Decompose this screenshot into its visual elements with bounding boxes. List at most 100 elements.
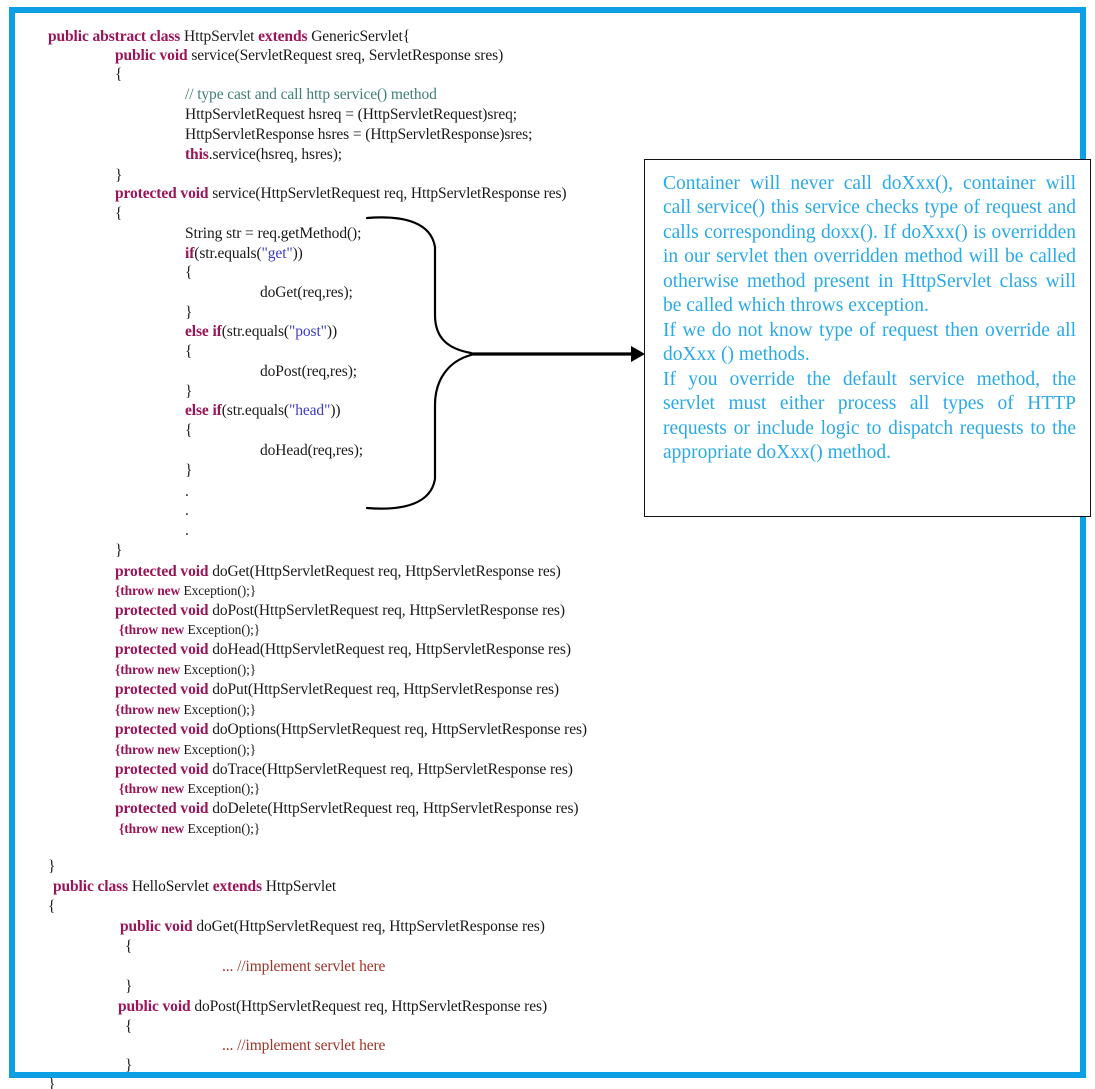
code-token-pl: doGet(req,res); bbox=[260, 284, 353, 301]
code-token-pl: Exception();} bbox=[187, 622, 261, 637]
code-token-pl: { bbox=[115, 205, 123, 222]
code-token-pl: { bbox=[125, 938, 133, 955]
code-token-pl: (str.equals( bbox=[221, 323, 289, 340]
callout-paragraph-3: If you override the default service meth… bbox=[663, 368, 1076, 464]
code-token-kw: {throw new bbox=[115, 583, 184, 598]
code-line: public void doGet(HttpServletRequest req… bbox=[120, 919, 545, 935]
code-token-pl: . bbox=[185, 483, 189, 500]
code-token-pl: doDelete(HttpServletRequest req, HttpSer… bbox=[212, 800, 579, 817]
code-token-pl: HttpServletResponse hsres = (HttpServlet… bbox=[185, 126, 533, 143]
code-line: this.service(hsreq, hsres); bbox=[185, 147, 342, 163]
code-line: } bbox=[185, 305, 192, 321]
code-token-pl: { bbox=[115, 66, 123, 83]
code-line: { bbox=[125, 939, 132, 955]
code-line: } bbox=[115, 543, 122, 559]
code-token-pl: } bbox=[125, 1057, 133, 1074]
code-token-pl: HttpServletRequest hsreq = (HttpServletR… bbox=[185, 106, 517, 123]
code-token-kw: protected void bbox=[115, 800, 213, 817]
code-line: { bbox=[185, 423, 192, 439]
explanation-callout-box: Container will never call doXxx(), conta… bbox=[644, 159, 1091, 517]
code-token-pl: doPost(HttpServletRequest req, HttpServl… bbox=[194, 998, 548, 1015]
code-token-kw: public class bbox=[53, 878, 132, 895]
code-token-cmt2: ... //implement servlet here bbox=[222, 958, 386, 975]
code-line: if(str.equals("get")) bbox=[185, 246, 303, 262]
code-token-pl: HelloServlet bbox=[131, 878, 213, 895]
code-token-pl: doGet(HttpServletRequest req, HttpServle… bbox=[212, 563, 561, 580]
code-token-kw: public void bbox=[115, 47, 192, 64]
code-token-kw: protected void bbox=[115, 185, 213, 202]
code-line: // type cast and call http service() met… bbox=[185, 87, 437, 103]
code-token-pl: doGet(HttpServletRequest req, HttpServle… bbox=[196, 918, 545, 935]
code-token-pl: { bbox=[185, 422, 193, 439]
code-line: { bbox=[185, 344, 192, 360]
code-token-pl: Exception();} bbox=[183, 742, 257, 757]
code-token-cmt2: ... //implement servlet here bbox=[222, 1037, 386, 1054]
code-line: . bbox=[185, 523, 189, 539]
code-line: protected void doHead(HttpServletRequest… bbox=[115, 642, 571, 658]
code-token-kw: else if bbox=[185, 323, 222, 340]
code-line: } bbox=[115, 168, 122, 184]
code-line: HttpServletResponse hsres = (HttpServlet… bbox=[185, 127, 532, 143]
callout-paragraph-1: Container will never call doXxx(), conta… bbox=[663, 173, 1076, 317]
code-token-pl: .service(hsreq, hsres); bbox=[208, 146, 343, 163]
code-line: String str = req.getMethod(); bbox=[185, 226, 361, 242]
code-token-pl: )) bbox=[292, 245, 303, 262]
code-token-pl: doHead(req,res); bbox=[260, 442, 363, 459]
code-line: . bbox=[185, 484, 189, 500]
code-token-pl: { bbox=[48, 898, 56, 915]
code-line: { bbox=[115, 206, 122, 222]
code-token-pl: } bbox=[125, 978, 133, 995]
code-token-pl: } bbox=[185, 383, 193, 400]
code-token-kw: {throw new bbox=[119, 781, 188, 796]
code-token-kw: public abstract class bbox=[48, 28, 185, 45]
code-token-kw: protected void bbox=[115, 563, 213, 580]
code-token-pl: Exception();} bbox=[183, 702, 257, 717]
code-token-pl: } bbox=[48, 1076, 56, 1089]
code-line: {throw new Exception();} bbox=[115, 663, 256, 677]
code-line: {throw new Exception();} bbox=[119, 822, 260, 836]
code-token-pl: . bbox=[185, 502, 189, 519]
code-line: doHead(req,res); bbox=[260, 443, 363, 459]
code-token-kw: if bbox=[185, 245, 195, 262]
code-token-pl: doPost(req,res); bbox=[260, 363, 357, 380]
code-line: protected void service(HttpServletReques… bbox=[115, 185, 567, 202]
code-token-kw: protected void bbox=[115, 721, 213, 738]
diagram-page: public abstract class HttpServlet extend… bbox=[0, 0, 1095, 1089]
code-token-kw: protected void bbox=[115, 602, 213, 619]
code-line: } bbox=[125, 979, 132, 995]
code-line: } bbox=[48, 859, 55, 875]
code-line: { bbox=[48, 899, 55, 915]
code-token-pl: (str.equals( bbox=[221, 402, 289, 419]
code-token-pl: HttpServlet bbox=[184, 28, 259, 45]
code-token-pl: } bbox=[115, 542, 123, 559]
code-token-kw: protected void bbox=[115, 761, 213, 778]
code-token-pl: } bbox=[185, 462, 193, 479]
code-line: public class HelloServlet extends HttpSe… bbox=[53, 879, 336, 895]
code-token-pl: { bbox=[125, 1018, 133, 1035]
code-line: protected void doOptions(HttpServletRequ… bbox=[115, 722, 587, 738]
callout-paragraph-2: If we do not know type of request then o… bbox=[663, 319, 1076, 366]
code-token-kw: {throw new bbox=[119, 622, 188, 637]
blue-frame-border: public abstract class HttpServlet extend… bbox=[9, 7, 1091, 1089]
code-line: {throw new Exception();} bbox=[115, 743, 256, 757]
code-token-kw: this bbox=[185, 146, 209, 163]
code-line: { bbox=[125, 1019, 132, 1035]
code-line: {throw new Exception();} bbox=[115, 703, 256, 717]
code-line: {throw new Exception();} bbox=[119, 782, 260, 796]
code-token-pl: . bbox=[185, 522, 189, 539]
code-token-pl: } bbox=[48, 858, 56, 875]
code-line: public void doPost(HttpServletRequest re… bbox=[118, 999, 547, 1015]
code-token-kw: {throw new bbox=[115, 742, 184, 757]
code-token-pl: (str.equals( bbox=[194, 245, 262, 262]
code-token-pl: Exception();} bbox=[187, 821, 261, 836]
code-line: HttpServletRequest hsreq = (HttpServletR… bbox=[185, 107, 517, 123]
code-token-pl: doTrace(HttpServletRequest req, HttpServ… bbox=[212, 761, 573, 778]
code-line: { bbox=[115, 67, 122, 83]
code-token-cmt: // type cast and call http service() met… bbox=[185, 86, 437, 103]
code-line: } bbox=[185, 463, 192, 479]
code-token-pl: String str = req.getMethod(); bbox=[185, 225, 362, 242]
code-line: protected void doTrace(HttpServletReques… bbox=[115, 762, 573, 778]
code-token-pl: { bbox=[185, 264, 193, 281]
code-token-kw: protected void bbox=[115, 641, 213, 658]
code-token-pl: service(HttpServletRequest req, HttpServ… bbox=[212, 185, 567, 202]
